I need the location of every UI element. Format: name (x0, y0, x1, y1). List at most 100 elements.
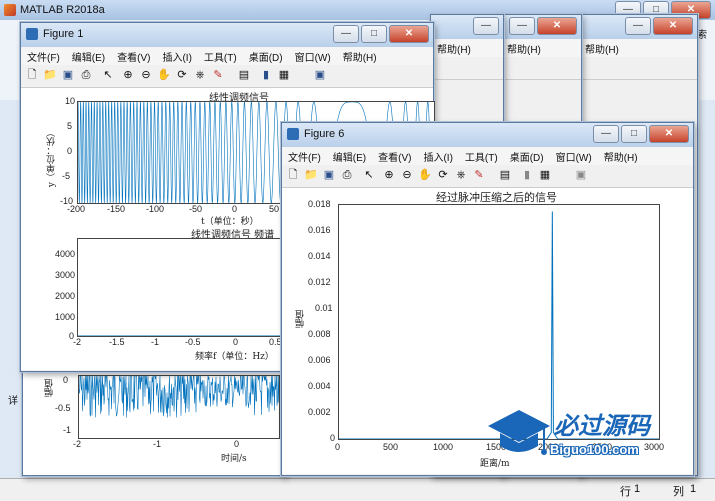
menu-insert[interactable]: 插入(I) (417, 147, 458, 165)
status-col-value: 1 (690, 483, 697, 495)
link-icon[interactable]: ▤ (237, 68, 251, 82)
spectrum-ytick-0: 4000 (55, 249, 76, 259)
menu-view[interactable]: 查看(V) (372, 147, 417, 165)
minimize-button[interactable]: — (593, 125, 619, 143)
print-icon[interactable]: ⎙ (340, 168, 354, 182)
menu-insert[interactable]: 插入(I) (156, 47, 197, 65)
menu-edit[interactable]: 编辑(E) (327, 147, 372, 165)
plottools-icon[interactable]: ▣ (574, 168, 588, 182)
menu-help[interactable]: 帮助(H) (579, 39, 625, 57)
watermark-cn: 必过源码 (554, 412, 650, 440)
pointer-icon[interactable]: ↖ (101, 68, 115, 82)
compressed-ytick-0: 0.018 (308, 199, 331, 209)
noise-xtick-2: 0 (234, 439, 240, 449)
compressed-ytick-5: 0.008 (308, 329, 331, 339)
compressed-ytick-6: 0.006 (308, 355, 331, 365)
open-icon[interactable]: 📁 (43, 68, 57, 82)
datacursor-icon[interactable]: ⎈ (193, 68, 207, 82)
compressed-ytick-1: 0.016 (308, 225, 331, 235)
noise-ytick-2: -1 (63, 425, 72, 435)
chirp-xtick-2: -100 (146, 204, 165, 214)
menu-file[interactable]: 文件(F) (282, 147, 327, 165)
compressed-ytick-2: 0.014 (308, 251, 331, 261)
compressed-xtick-2: 1000 (433, 442, 454, 452)
open-icon[interactable]: 📁 (304, 168, 318, 182)
noise-xtick-1: -1 (153, 439, 162, 449)
figure-6-toolbar: 🗋 📁 ▣ ⎙ ↖ ⊕ ⊖ ✋ ⟳ ⎈ ✎ ▤ ▮ ▦ ▣ (282, 165, 693, 188)
matlab-statusbar: 行 1 列 1 (0, 478, 715, 501)
menu-window[interactable]: 窗口(W) (550, 147, 598, 165)
chirp-ytick-1: 5 (67, 121, 73, 131)
maximize-button[interactable]: □ (621, 125, 647, 143)
menu-desktop[interactable]: 桌面(D) (504, 147, 550, 165)
spectrum-xtick-4: 0 (233, 337, 239, 347)
spectrum-xtick-5: 0.5 (269, 337, 282, 347)
zoom-in-icon[interactable]: ⊕ (121, 68, 135, 82)
figure-1-toolbar: 🗋 📁 ▣ ⎙ ↖ ⊕ ⊖ ✋ ⟳ ⎈ ✎ ▤ ▮ ▦ ▣ (21, 65, 433, 88)
matlab-side-label: 详 (8, 396, 18, 407)
chirp-ytick-0: 10 (65, 96, 76, 106)
minimize-button[interactable]: — (625, 17, 651, 35)
figure-window-noise[interactable]: 幅值 0 -0.5 -1 -2 -1 0 时间/s (22, 370, 286, 476)
pan-icon[interactable]: ✋ (157, 68, 171, 82)
pointer-icon[interactable]: ↖ (362, 168, 376, 182)
datacursor-icon[interactable]: ⎈ (454, 168, 468, 182)
noise-xlabel: 时间/s (221, 454, 247, 464)
menu-desktop[interactable]: 桌面(D) (243, 47, 289, 65)
legend-icon[interactable]: ▦ (277, 68, 291, 82)
new-icon[interactable]: 🗋 (25, 68, 39, 82)
spectrum-ytick-2: 2000 (55, 291, 76, 301)
pan-icon[interactable]: ✋ (418, 168, 432, 182)
menu-window[interactable]: 窗口(W) (289, 47, 337, 65)
compressed-ytick-3: 0.012 (308, 277, 331, 287)
menu-tools[interactable]: 工具(T) (459, 147, 504, 165)
noise-xtick-0: -2 (73, 439, 82, 449)
chirp-xtick-5: 50 (269, 204, 280, 214)
colorbar-icon[interactable]: ▮ (259, 68, 273, 82)
rotate-icon[interactable]: ⟳ (436, 168, 450, 182)
brush-icon[interactable]: ✎ (472, 168, 486, 182)
menu-help[interactable]: 帮助(H) (501, 39, 547, 57)
menu-view[interactable]: 查看(V) (111, 47, 156, 65)
noise-ylabel: 幅值 (45, 379, 55, 397)
chirp-ytick-2: 0 (67, 146, 73, 156)
close-button[interactable]: ✕ (537, 17, 577, 35)
legend-icon[interactable]: ▦ (538, 168, 552, 182)
zoom-out-icon[interactable]: ⊖ (400, 168, 414, 182)
colorbar-icon[interactable]: ▮ (520, 168, 534, 182)
figure-icon (26, 28, 38, 40)
new-icon[interactable]: 🗋 (286, 168, 300, 182)
zoom-out-icon[interactable]: ⊖ (139, 68, 153, 82)
spectrum-xtick-2: -1 (151, 337, 160, 347)
status-row-label: 行 (620, 486, 631, 498)
minimize-button[interactable]: — (333, 25, 359, 43)
close-button[interactable]: ✕ (653, 17, 693, 35)
menu-help[interactable]: 帮助(H) (337, 47, 383, 65)
noise-plot-area: 幅值 0 -0.5 -1 -2 -1 0 时间/s (23, 371, 285, 475)
menu-file[interactable]: 文件(F) (21, 47, 66, 65)
chirp-xtick-4: 0 (232, 204, 238, 214)
compressed-xtick-0: 0 (335, 442, 341, 452)
noise-signal-svg (78, 374, 280, 418)
maximize-button[interactable]: □ (361, 25, 387, 43)
minimize-button[interactable]: — (509, 17, 535, 35)
watermark: 必过源码 Biguo100.com (484, 404, 684, 468)
minimize-button[interactable]: — (473, 17, 499, 35)
save-icon[interactable]: ▣ (61, 68, 75, 82)
status-col-label: 列 (673, 486, 684, 498)
link-icon[interactable]: ▤ (498, 168, 512, 182)
close-button[interactable]: ✕ (649, 125, 689, 143)
menu-help[interactable]: 帮助(H) (598, 147, 644, 165)
menu-tools[interactable]: 工具(T) (198, 47, 243, 65)
print-icon[interactable]: ⎙ (79, 68, 93, 82)
save-icon[interactable]: ▣ (322, 168, 336, 182)
menu-help[interactable]: 帮助(H) (431, 39, 477, 57)
rotate-icon[interactable]: ⟳ (175, 68, 189, 82)
close-button[interactable]: ✕ (389, 25, 429, 43)
plottools-icon[interactable]: ▣ (313, 68, 327, 82)
brush-icon[interactable]: ✎ (211, 68, 225, 82)
menu-edit[interactable]: 编辑(E) (66, 47, 111, 65)
zoom-in-icon[interactable]: ⊕ (382, 168, 396, 182)
chirp-xtick-1: -150 (107, 204, 126, 214)
figure-6-title: Figure 6 (304, 128, 345, 140)
